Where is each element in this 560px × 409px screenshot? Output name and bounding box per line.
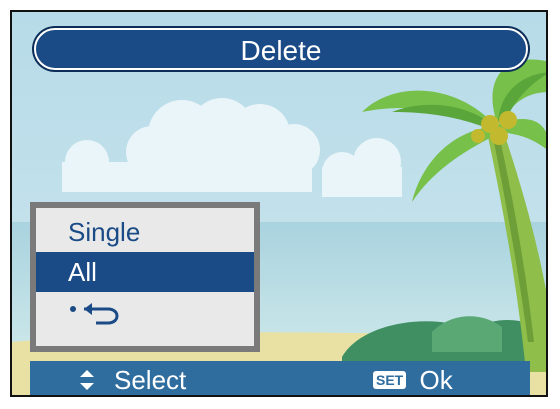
back-icon (68, 292, 148, 332)
menu-item-single[interactable]: Single (36, 212, 254, 252)
select-hint-label: Select (114, 365, 187, 395)
ok-hint: SET Ok (373, 361, 453, 395)
set-button-badge: SET (373, 371, 407, 390)
camera-screen: Delete Single All Select SET Ok (10, 10, 548, 397)
menu-item-back[interactable] (36, 292, 254, 332)
up-down-arrow-icon (80, 370, 94, 390)
menu-item-all[interactable]: All (36, 252, 254, 292)
footer-hint-bar: Select SET Ok (30, 361, 530, 395)
menu-list: Single All (36, 208, 254, 346)
delete-options-menu: Single All (30, 202, 260, 352)
page-title: Delete (34, 28, 528, 70)
ok-hint-label: Ok (419, 365, 453, 395)
